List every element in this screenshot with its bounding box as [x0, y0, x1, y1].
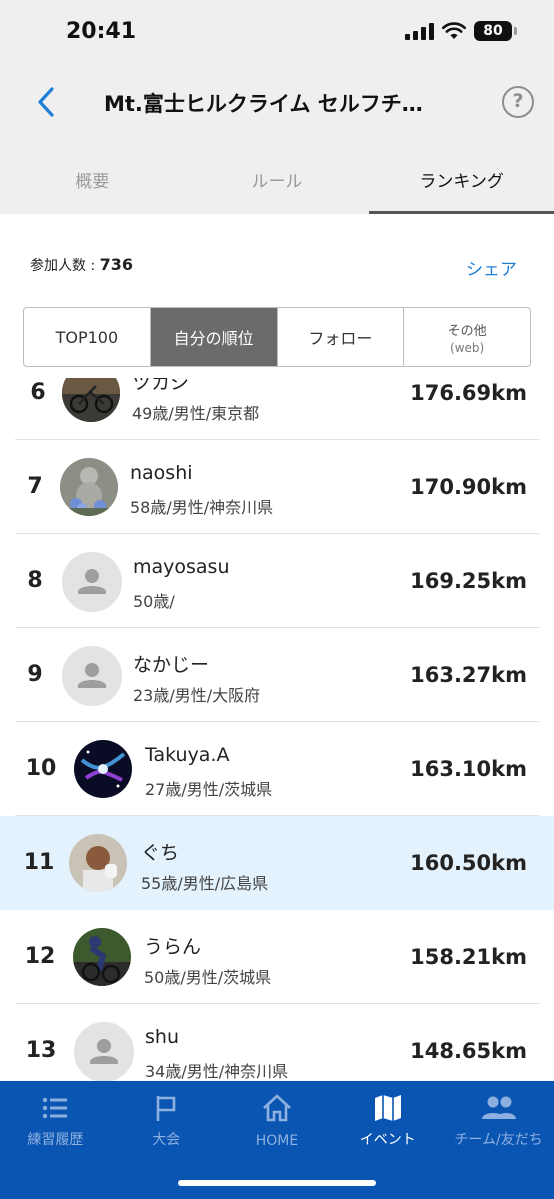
home-indicator — [178, 1180, 376, 1186]
avatar — [60, 458, 118, 516]
distance-value: 158.21km — [410, 945, 527, 969]
ranking-list[interactable]: 6 ツカシ 49歳/男性/東京都 176.69km 7 naoshi 58歳/男… — [0, 378, 554, 1081]
user-name: naoshi — [130, 462, 193, 484]
chevron-left-icon — [38, 87, 54, 117]
default-person-icon — [62, 552, 122, 612]
user-info: 49歳/男性/東京都 — [132, 404, 260, 423]
nav-label: チーム/友だち — [454, 1132, 543, 1148]
user-info: 55歳/男性/広島県 — [141, 874, 269, 893]
user-info: 50歳/ — [133, 592, 175, 611]
user-name: ツカシ — [132, 378, 190, 394]
participant-label: 参加人数 : — [30, 258, 100, 274]
status-bar: 20:41 80 — [0, 0, 554, 66]
distance-value: 148.65km — [410, 1039, 527, 1063]
status-time: 20:41 — [66, 19, 137, 44]
user-name: Takuya.A — [145, 744, 230, 766]
nav-label: 練習履歴 — [27, 1132, 84, 1148]
avatar — [74, 1022, 134, 1081]
ranking-row[interactable]: 10 Takuya.A 27歳/男性/茨城県 163.10km — [0, 722, 554, 816]
distance-value: 169.25km — [410, 569, 527, 593]
rank-number: 11 — [23, 850, 55, 875]
ranking-row[interactable]: 9 なかじー 23歳/男性/大阪府 163.27km — [0, 628, 554, 722]
segment-my-rank-label: 自分の順位 — [173, 329, 254, 348]
flag-icon — [156, 1096, 176, 1121]
rank-number: 8 — [27, 568, 43, 593]
map-icon — [374, 1095, 401, 1121]
tab-bar: 概要 ルール ランキング — [0, 142, 554, 214]
ranking-row[interactable]: 6 ツカシ 49歳/男性/東京都 176.69km — [0, 378, 554, 440]
ranking-row[interactable]: 12 うらん 50歳/男性/茨城県 158.21km — [0, 910, 554, 1004]
user-info: 34歳/男性/神奈川県 — [145, 1062, 289, 1081]
home-icon — [263, 1094, 291, 1122]
segment-top100[interactable]: TOP100 — [24, 308, 151, 366]
user-name: なかじー — [133, 654, 210, 676]
user-info: 50歳/男性/茨城県 — [144, 968, 272, 987]
distance-value: 176.69km — [410, 381, 527, 405]
nav-bar: Mt.富士ヒルクライム セルフチ… ? — [0, 66, 554, 142]
status-icons: 80 — [405, 21, 517, 41]
rank-number: 12 — [24, 944, 56, 969]
avatar — [73, 928, 131, 986]
nav-label: HOME — [255, 1133, 299, 1149]
tab-overview[interactable]: 概要 — [0, 142, 185, 214]
ranking-row[interactable]: 8 mayosasu 50歳/ 169.25km — [0, 534, 554, 628]
question-icon: ? — [512, 90, 524, 112]
list-icon — [43, 1097, 68, 1119]
avatar — [74, 740, 132, 798]
nav-training-history[interactable]: 練習履歴 — [0, 1081, 111, 1199]
user-info: 58歳/男性/神奈川県 — [130, 498, 274, 517]
avatar — [69, 834, 127, 892]
user-name: ぐち — [141, 842, 180, 864]
back-button[interactable] — [26, 80, 66, 124]
user-name: うらん — [144, 936, 202, 958]
distance-value: 163.10km — [410, 757, 527, 781]
default-person-icon — [74, 1022, 134, 1081]
distance-value: 163.27km — [410, 663, 527, 687]
distance-value: 170.90km — [410, 475, 527, 499]
tab-rules[interactable]: ルール — [185, 142, 370, 214]
nav-team-friends[interactable]: チーム/友だち — [443, 1081, 554, 1199]
share-button[interactable]: シェア — [466, 255, 517, 280]
wifi-icon — [442, 22, 466, 39]
user-info: 23歳/男性/大阪府 — [133, 686, 261, 705]
ranking-row[interactable]: 7 naoshi 58歳/男性/神奈川県 170.90km — [0, 440, 554, 534]
segment-top100-label: TOP100 — [55, 327, 119, 347]
rank-number: 10 — [25, 756, 57, 781]
segment-my-rank[interactable]: 自分の順位 — [150, 308, 278, 366]
segment-other-sub: (web) — [450, 340, 485, 355]
ranking-filter: TOP100 自分の順位 フォロー その他 (web) — [23, 307, 531, 367]
participant-number: 736 — [99, 255, 134, 274]
battery-icon: 80 — [474, 21, 517, 41]
avatar — [62, 552, 122, 612]
user-name: mayosasu — [133, 556, 230, 578]
ranking-row-current-user[interactable]: 11 ぐち 55歳/男性/広島県 160.50km — [0, 816, 554, 910]
default-person-icon — [62, 646, 122, 706]
participant-count: 参加人数 : 736 — [30, 255, 133, 275]
people-icon — [481, 1096, 516, 1119]
segment-follow-label: フォロー — [308, 329, 373, 348]
page-title: Mt.富士ヒルクライム セルフチ… — [104, 92, 423, 116]
user-name: shu — [145, 1026, 179, 1048]
segment-other[interactable]: その他 (web) — [404, 308, 530, 366]
distance-value: 160.50km — [410, 851, 527, 875]
rank-number: 9 — [27, 662, 43, 687]
nav-label: 大会 — [152, 1132, 181, 1148]
ranking-row[interactable]: 13 shu 34歳/男性/神奈川県 148.65km — [0, 1004, 554, 1081]
segment-other-label: その他 — [447, 323, 487, 339]
help-button[interactable]: ? — [502, 86, 534, 118]
avatar — [62, 646, 122, 706]
tab-ranking[interactable]: ランキング — [369, 142, 554, 214]
nav-label: イベント — [359, 1132, 416, 1148]
segment-follow[interactable]: フォロー — [278, 308, 405, 366]
user-info: 27歳/男性/茨城県 — [145, 780, 273, 799]
signal-icon — [405, 22, 434, 40]
rank-number: 13 — [25, 1038, 57, 1063]
